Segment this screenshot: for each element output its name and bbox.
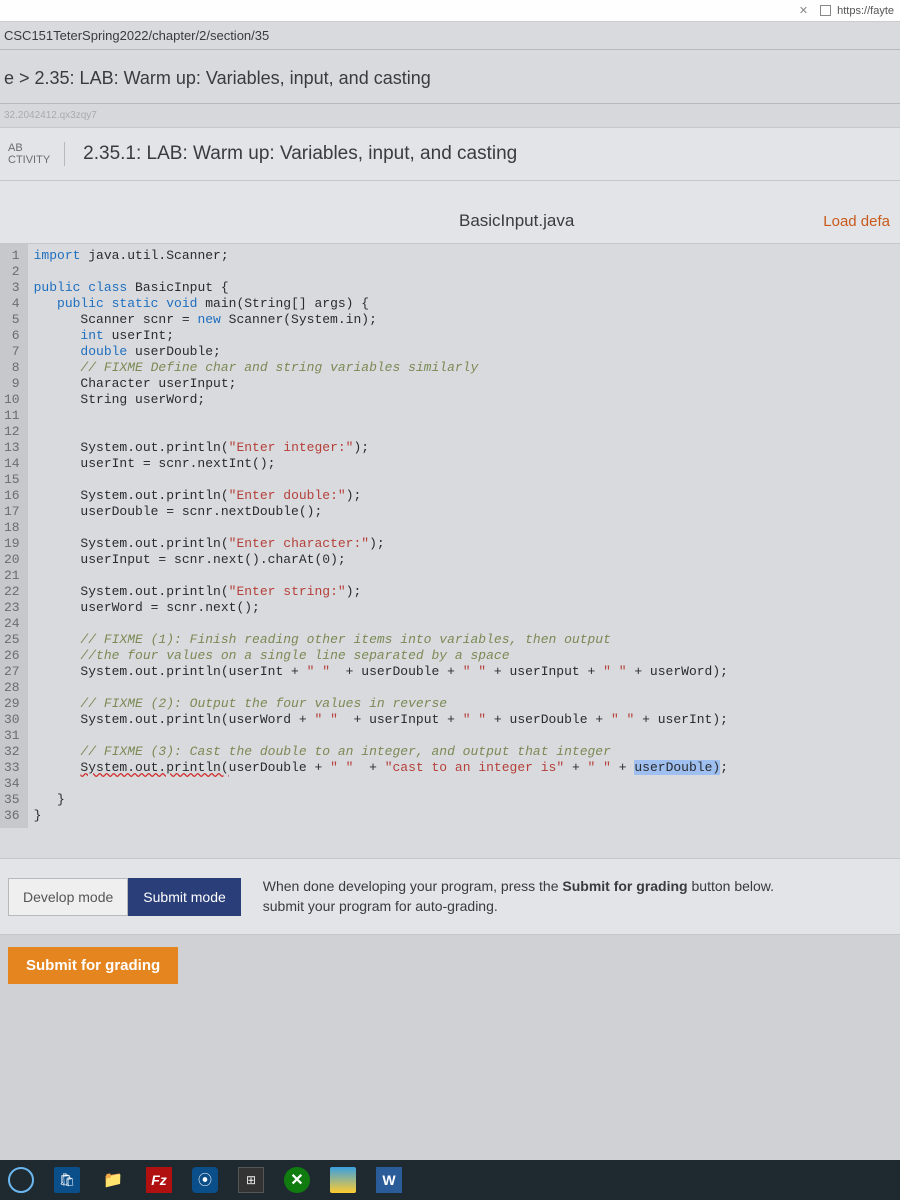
activity-header: AB CTIVITY 2.35.1: LAB: Warm up: Variabl… [0,128,900,181]
xbox-icon[interactable]: ✕ [284,1167,310,1193]
code-editor[interactable]: 1234567891011121314151617181920212223242… [0,244,900,859]
submit-for-grading-button[interactable]: Submit for grading [8,947,178,984]
load-default-button[interactable]: Load defa [823,213,890,230]
word-icon[interactable]: W [376,1167,402,1193]
watermark-id: 32.2042412.qx3zqy7 [0,104,900,128]
file-explorer-icon[interactable]: 📁 [100,1167,126,1193]
develop-mode-button[interactable]: Develop mode [8,878,128,916]
outlook-icon[interactable]: ⦿ [192,1167,218,1193]
close-icon[interactable]: ✕ [799,4,808,17]
cortana-icon[interactable] [8,1167,34,1193]
window-topbar: ✕ https://fayte [0,0,900,22]
file-header: BasicInput.java Load defa [0,181,900,244]
activity-title: 2.35.1: LAB: Warm up: Variables, input, … [83,143,517,165]
code-content[interactable]: import java.util.Scanner; public class B… [28,244,900,828]
line-gutter: 1234567891011121314151617181920212223242… [0,244,28,828]
photos-icon[interactable] [330,1167,356,1193]
filezilla-icon[interactable]: Fz [146,1167,172,1193]
activity-type-label: AB CTIVITY [8,142,65,166]
url-fragment: https://fayte [837,5,894,17]
store-icon[interactable]: 🛍 [54,1167,80,1193]
file-name: BasicInput.java [10,211,823,231]
mode-bar: Develop mode Submit mode When done devel… [0,859,900,935]
nav-path[interactable]: e > 2.35: LAB: Warm up: Variables, input… [0,50,900,104]
windows-taskbar[interactable]: 🛍 📁 Fz ⦿ ⊞ ✕ W [0,1160,900,1200]
breadcrumb[interactable]: CSC151TeterSpring2022/chapter/2/section/… [0,22,900,50]
url-checkbox[interactable] [820,5,831,16]
calculator-icon[interactable]: ⊞ [238,1167,264,1193]
submit-mode-button[interactable]: Submit mode [128,878,240,916]
mode-help-text: When done developing your program, press… [263,877,892,916]
